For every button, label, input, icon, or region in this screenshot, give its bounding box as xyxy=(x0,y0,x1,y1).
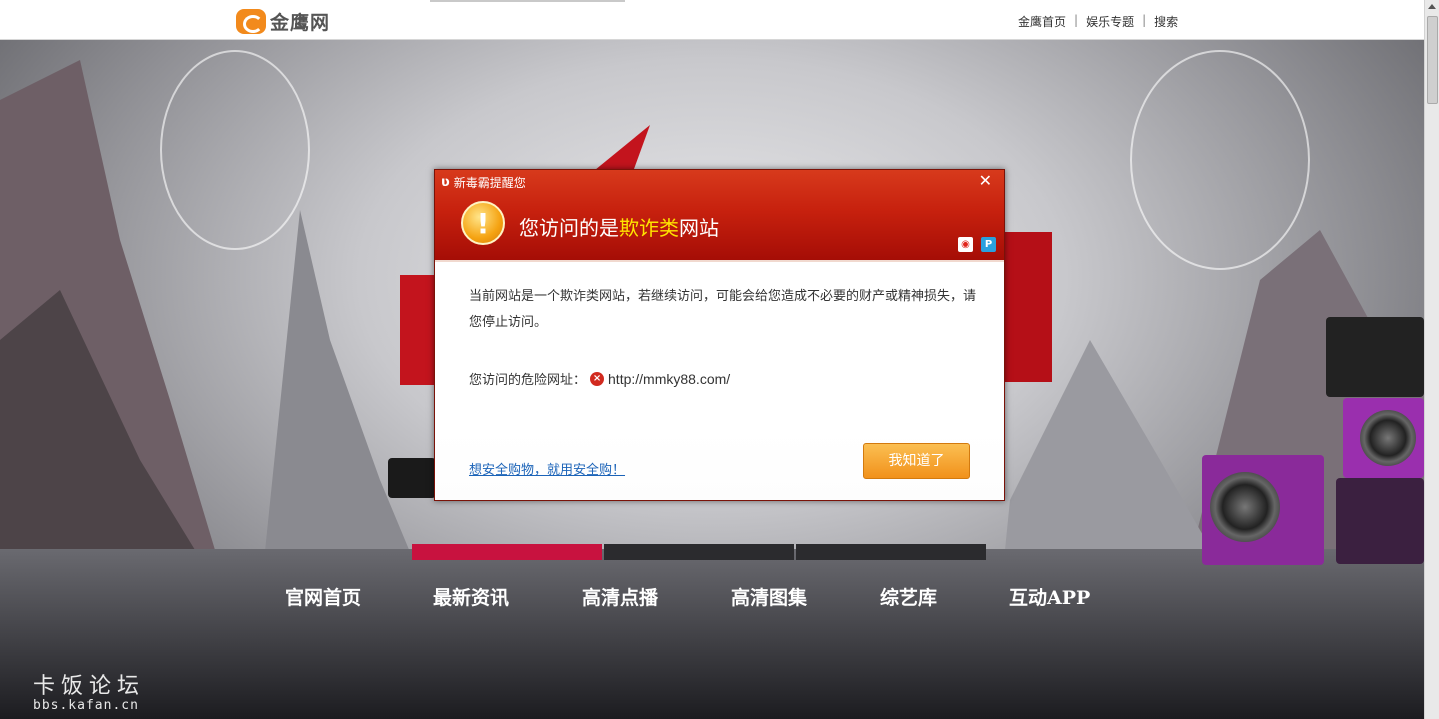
warning-message: 当前网站是一个欺诈类网站，若继续访问，可能会给您造成不必要的财产或精神损失，请您… xyxy=(469,289,977,330)
link-separator: | xyxy=(1074,13,1079,27)
heading-prefix: 您访问的是 xyxy=(519,216,619,240)
url-label: 您访问的危险网址： xyxy=(469,373,587,388)
ground-plane xyxy=(0,549,1424,719)
nav-item-variety[interactable]: 综艺库 xyxy=(880,583,1009,610)
forum-watermark: 卡饭论坛 bbs.kafan.cn xyxy=(33,668,145,713)
main-navigation: 官网首页 最新资讯 高清点播 高清图集 综艺库 互动APP xyxy=(285,583,1099,610)
slider-indicator xyxy=(412,544,986,560)
watermark-title: 卡饭论坛 xyxy=(33,674,146,699)
heading-suffix: 网站 xyxy=(679,216,719,240)
close-button[interactable]: ✕ xyxy=(979,171,992,190)
site-header: 金鹰网 金鹰首页 | 娱乐专题 | 搜索 xyxy=(0,0,1424,40)
dialog-header: ʋ 新毒霸提醒您 ✕ ! 您访问的是欺诈类网站 ◉ P xyxy=(435,170,1004,262)
dangerous-url-row: 您访问的危险网址： × http://mmky88.com/ xyxy=(469,369,731,389)
vertical-scrollbar[interactable] xyxy=(1424,0,1439,719)
heading-highlight: 欺诈类 xyxy=(619,216,679,240)
header-link-entertainment[interactable]: 娱乐专题 xyxy=(1086,13,1134,30)
site-logo[interactable]: 金鹰网 xyxy=(236,8,330,35)
dialog-body: 当前网站是一个欺诈类网站，若继续访问，可能会给您造成不必要的财产或精神损失，请您… xyxy=(435,262,1004,500)
page-load-indicator xyxy=(430,0,625,2)
qzone-share-icon[interactable]: P xyxy=(981,237,996,252)
safe-shopping-link[interactable]: 想安全购物，就用安全购！ xyxy=(469,459,625,478)
nav-item-vod[interactable]: 高清点播 xyxy=(582,583,731,610)
header-link-home[interactable]: 金鹰首页 xyxy=(1018,13,1066,30)
speaker-cone xyxy=(1360,410,1416,466)
weibo-share-icon[interactable]: ◉ xyxy=(958,237,973,252)
nav-item-news[interactable]: 最新资讯 xyxy=(433,583,582,610)
warning-icon: ! xyxy=(461,201,505,245)
duba-logo-icon: ʋ xyxy=(441,174,450,190)
header-link-search[interactable]: 搜索 xyxy=(1154,13,1178,30)
speaker-black xyxy=(1326,317,1424,397)
watermark-url: bbs.kafan.cn xyxy=(33,698,139,713)
scroll-up-arrow-icon[interactable] xyxy=(1428,4,1436,9)
share-icons: ◉ P xyxy=(958,237,996,252)
fraud-warning-dialog: ʋ 新毒霸提醒您 ✕ ! 您访问的是欺诈类网站 ◉ P 当前网站是一个欺诈类网站… xyxy=(434,169,1005,501)
nav-item-gallery[interactable]: 高清图集 xyxy=(731,583,880,610)
speaker-cone xyxy=(1210,472,1280,542)
speaker-dark-bottom xyxy=(1336,478,1424,564)
speaker-small-left xyxy=(388,458,436,498)
dialog-titlebar: ʋ 新毒霸提醒您 xyxy=(441,174,526,190)
logo-text: 金鹰网 xyxy=(270,12,331,34)
logo-icon xyxy=(236,9,266,34)
header-links: 金鹰首页 | 娱乐专题 | 搜索 xyxy=(1018,13,1178,30)
dialog-title: 新毒霸提醒您 xyxy=(453,175,526,190)
link-separator: | xyxy=(1142,13,1147,27)
slider-tab-1[interactable] xyxy=(412,544,602,560)
dialog-heading: 您访问的是欺诈类网站 xyxy=(519,212,719,241)
nav-item-home[interactable]: 官网首页 xyxy=(285,583,433,610)
slider-tab-3[interactable] xyxy=(796,544,986,560)
scrollbar-thumb[interactable] xyxy=(1427,16,1438,104)
slider-tab-2[interactable] xyxy=(604,544,794,560)
acknowledge-button[interactable]: 我知道了 xyxy=(863,443,970,479)
dangerous-url: http://mmky88.com/ xyxy=(608,370,731,387)
nav-item-app[interactable]: 互动APP xyxy=(1009,583,1099,610)
danger-x-icon: × xyxy=(590,371,605,386)
red-block-right xyxy=(1000,232,1052,382)
